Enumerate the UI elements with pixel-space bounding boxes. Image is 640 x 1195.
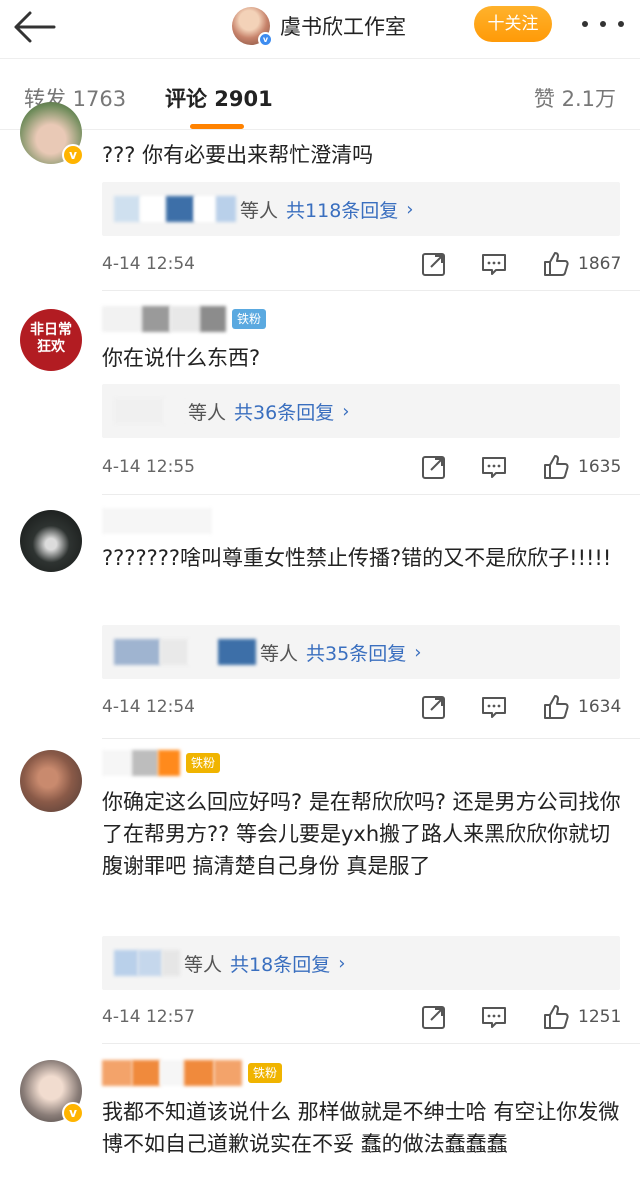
chevron-right-icon: › <box>342 400 350 422</box>
comment-time: 4-14 12:54 <box>102 697 195 717</box>
thumbs-up-icon[interactable] <box>542 693 570 721</box>
username[interactable]: 铁粉 <box>102 750 221 776</box>
thumbs-up-icon[interactable] <box>542 453 570 481</box>
divider <box>102 738 640 739</box>
verified-icon: v <box>62 1102 84 1124</box>
avatar[interactable]: 非日常 狂欢 <box>20 309 82 371</box>
comment-icon[interactable] <box>480 250 508 278</box>
like-count: 1867 <box>578 254 622 274</box>
comment-item: v 铁粉 我都不知道该说什么 那样做就是不绅士哈 有空让你发微博不如自己道歉说实… <box>0 1050 640 1195</box>
account-title[interactable]: v 虞书欣工作室 <box>232 6 406 47</box>
page-title: 虞书欣工作室 <box>280 15 406 39</box>
reply-who: 等人 <box>240 199 279 222</box>
comment-item: 非日常 狂欢 铁粉 你在说什么东西? 等人 共36条回复 › 4-14 12:5… <box>0 295 640 495</box>
reply-preview[interactable]: 等人 共36条回复 › <box>102 384 620 438</box>
thumbs-up-icon[interactable] <box>542 250 570 278</box>
comment-item: v ??? 你有必要出来帮忙澄清吗 等人 共118条回复 › 4-14 12:5… <box>0 102 640 291</box>
blurred-username <box>114 639 160 665</box>
chevron-right-icon: › <box>414 641 422 663</box>
reply-count[interactable]: 共36条回复 <box>234 398 334 425</box>
reply-who: 等人 <box>188 401 227 424</box>
share-icon[interactable] <box>420 250 448 278</box>
username[interactable]: 铁粉 <box>102 1060 283 1086</box>
like-count: 1635 <box>578 457 622 477</box>
blurred-username <box>102 750 132 776</box>
reply-count[interactable]: 共18条回复 <box>230 950 330 977</box>
avatar-text: 非日常 <box>30 322 72 338</box>
comment-meta: 4-14 12:57 1251 <box>102 1003 622 1033</box>
follow-button[interactable]: 十关注 <box>474 6 552 42</box>
comment-time: 4-14 12:55 <box>102 457 195 477</box>
divider <box>102 290 640 291</box>
share-icon[interactable] <box>420 693 448 721</box>
blurred-username <box>102 306 142 332</box>
chevron-right-icon: › <box>406 198 414 220</box>
avatar[interactable]: v <box>20 1060 84 1124</box>
verified-icon: v <box>258 32 273 47</box>
like-count: 1634 <box>578 697 622 717</box>
blurred-username <box>102 508 212 534</box>
comment-text: 你确定这么回应好吗? 是在帮欣欣吗? 还是男方公司找你了在帮男方?? 等会儿要是… <box>102 790 621 878</box>
comment-icon[interactable] <box>480 1003 508 1031</box>
share-icon[interactable] <box>420 1003 448 1031</box>
fan-badge: 铁粉 <box>186 753 221 773</box>
comment-meta: 4-14 12:54 1867 <box>102 250 622 280</box>
username[interactable]: 铁粉 <box>102 306 267 332</box>
reply-preview[interactable]: 等人 共18条回复 › <box>102 936 620 990</box>
more-dots-icon <box>600 21 606 27</box>
avatar-text: 狂欢 <box>37 339 65 355</box>
blurred-username <box>114 950 138 976</box>
like-count: 1251 <box>578 1007 622 1027</box>
comment-item: ???????啥叫尊重女性禁止传播?错的又不是欣欣子!!!!! 等人 共35条回… <box>0 500 640 740</box>
username[interactable] <box>102 508 212 534</box>
blurred-username <box>114 398 164 424</box>
comment-text: ??? 你有必要出来帮忙澄清吗 <box>102 143 374 167</box>
reply-who: 等人 <box>260 642 299 665</box>
comment-time: 4-14 12:57 <box>102 1007 195 1027</box>
back-button[interactable] <box>12 10 56 44</box>
comment-meta: 4-14 12:54 1634 <box>102 693 622 723</box>
top-bar: v 虞书欣工作室 十关注 <box>0 0 640 58</box>
comment-icon[interactable] <box>480 693 508 721</box>
chevron-right-icon: › <box>338 952 346 974</box>
fan-badge: 铁粉 <box>248 1063 283 1083</box>
thumbs-up-icon[interactable] <box>542 1003 570 1031</box>
active-tab-indicator <box>190 124 244 129</box>
reply-count[interactable]: 共35条回复 <box>306 639 406 666</box>
divider <box>102 494 640 495</box>
fan-badge: 铁粉 <box>232 309 267 329</box>
avatar[interactable]: v <box>20 102 84 166</box>
comment-meta: 4-14 12:55 1635 <box>102 453 622 483</box>
reply-count[interactable]: 共118条回复 <box>286 196 398 223</box>
tab-bar: 转发 1763 评论 2901 赞 2.1万 <box>0 58 640 130</box>
comment-text: 你在说什么东西? <box>102 346 261 370</box>
reply-preview[interactable]: 等人 共118条回复 › <box>102 182 620 236</box>
more-button[interactable] <box>582 14 624 34</box>
avatar[interactable] <box>20 750 82 812</box>
arrow-left-icon <box>14 11 56 43</box>
more-dots-icon <box>582 21 588 27</box>
comment-item: 铁粉 你确定这么回应好吗? 是在帮欣欣吗? 还是男方公司找你了在帮男方?? 等会… <box>0 740 640 1045</box>
comment-text: 我都不知道该说什么 那样做就是不绅士哈 有空让你发微博不如自己道歉说实在不妥 蠢… <box>102 1100 620 1156</box>
reply-preview[interactable]: 等人 共35条回复 › <box>102 625 620 679</box>
divider <box>102 1043 640 1044</box>
share-icon[interactable] <box>420 453 448 481</box>
reply-who: 等人 <box>184 953 223 976</box>
avatar[interactable] <box>20 510 82 572</box>
tab-like[interactable]: 赞 2.1万 <box>534 83 616 113</box>
blurred-username <box>114 196 140 222</box>
comment-icon[interactable] <box>480 453 508 481</box>
blurred-username <box>102 1060 132 1086</box>
verified-icon: v <box>62 144 84 166</box>
comment-time: 4-14 12:54 <box>102 254 195 274</box>
comment-text: ???????啥叫尊重女性禁止传播?错的又不是欣欣子!!!!! <box>102 546 612 570</box>
avatar[interactable]: v <box>232 7 273 47</box>
more-dots-icon <box>618 21 624 27</box>
